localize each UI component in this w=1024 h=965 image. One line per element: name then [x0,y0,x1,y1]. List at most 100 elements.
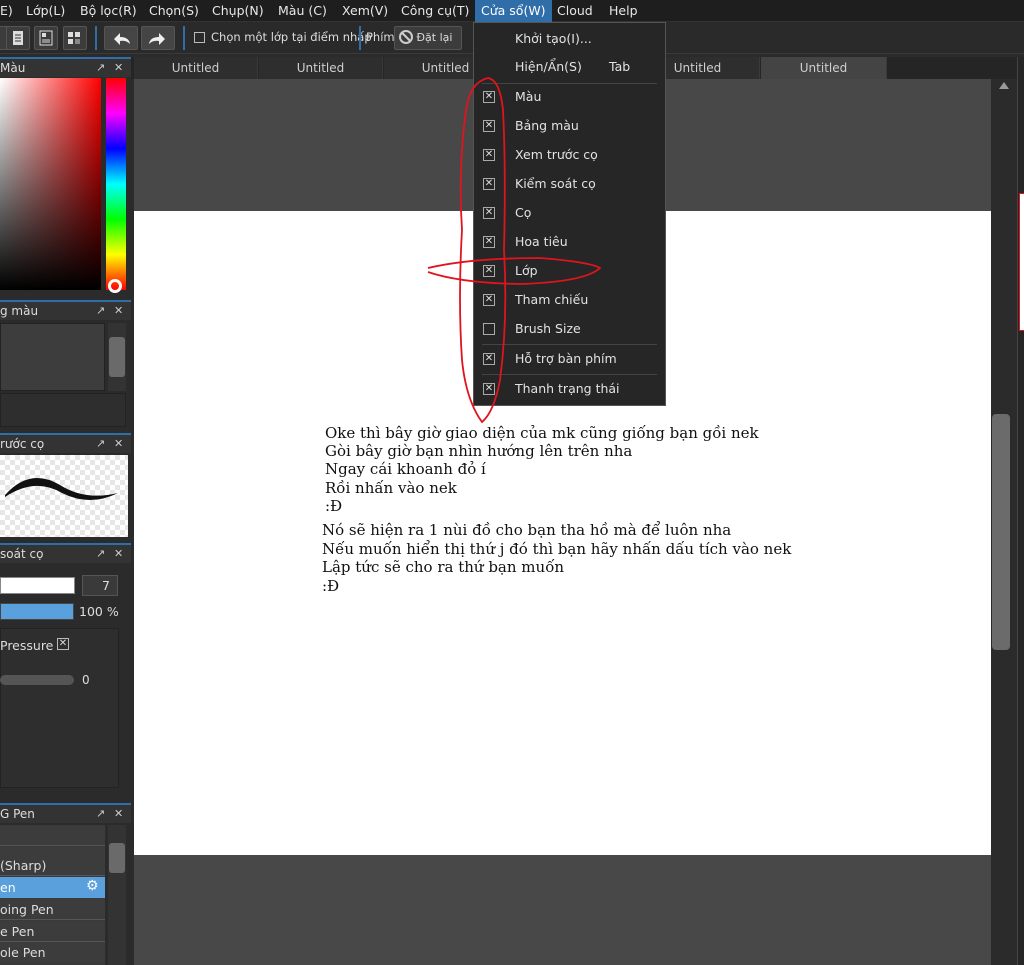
canvas-text-line: Rồi nhấn vào nek [325,479,457,497]
brush-list: (Sharp) en ⚙ oing Pen e Pen ole Pen [0,825,105,965]
popout-icon[interactable]: ↗ [96,805,105,823]
menu-item-label: Bảng màu [515,118,579,133]
tab-untitled[interactable]: Untitled [259,57,383,79]
scroll-thumb[interactable] [109,843,125,873]
checkbox-icon[interactable] [483,323,495,335]
list-item-label: en [0,880,16,895]
shortcut-label: Tab [609,59,631,74]
menu-item-color[interactable]: ✕ Màu [474,83,665,111]
menu-item-brush-size[interactable]: Brush Size [474,315,665,343]
color-field[interactable] [0,78,101,290]
menu-window[interactable]: Cửa sổ(W) [475,0,552,22]
menu-item-reference[interactable]: ✕ Tham chiếu [474,286,665,314]
panel-title-text: Màu [0,61,26,75]
tab-untitled-active[interactable]: Untitled [761,57,887,79]
palette-panel-title: g màu ↗ ✕ [0,300,131,320]
tab-untitled[interactable]: Untitled [134,57,258,79]
menu-item-keyboard-support[interactable]: ✕ Hỗ trợ bàn phím [474,345,665,373]
close-icon[interactable]: ✕ [114,435,123,453]
close-icon[interactable]: ✕ [114,302,123,320]
gear-icon[interactable]: ⚙ [86,878,99,894]
layout-icon[interactable] [34,26,58,50]
list-item[interactable]: (Sharp) [0,855,105,876]
list-item-selected[interactable]: en ⚙ [0,877,105,898]
canvas-scrollbar[interactable] [991,79,1017,965]
list-item[interactable]: ole Pen [0,942,105,963]
checkbox-icon[interactable]: ✕ [483,236,495,248]
palette-swatches[interactable] [0,323,105,391]
menu-layer[interactable]: Lớp(L) [26,0,65,22]
checkbox-icon[interactable]: ✕ [483,294,495,306]
scroll-thumb[interactable] [992,414,1010,650]
hue-handle[interactable] [108,279,122,293]
popout-icon[interactable]: ↗ [96,59,105,77]
list-item[interactable] [0,825,105,846]
checkbox-icon[interactable]: ✕ [483,265,495,277]
checkbox-icon[interactable]: ✕ [483,353,495,365]
popout-icon[interactable]: ↗ [96,435,105,453]
menu-item-new[interactable]: Khởi tạo(I)... [474,25,665,53]
menu-item-label: Kiểm soát cọ [515,176,596,191]
opacity-slider[interactable] [0,603,74,620]
panel-title-text: G Pen [0,807,35,821]
menu-item-layer[interactable]: ✕ Lớp [474,257,665,285]
close-icon[interactable]: ✕ [114,545,123,563]
checkbox-icon[interactable]: ✕ [483,149,495,161]
undo-button[interactable] [104,26,138,50]
select-layer-label: Chọn một lớp tại điểm nhấp [211,30,372,44]
hue-slider[interactable] [106,78,126,290]
scroll-thumb[interactable] [109,337,125,377]
menu-item-navigator[interactable]: ✕ Hoa tiêu [474,228,665,256]
menu-select[interactable]: Chọn(S) [149,0,199,22]
brush-size-slider[interactable] [0,577,75,594]
menu-edit[interactable]: E) [0,0,13,22]
menu-tools[interactable]: Công cụ(T) [401,0,469,22]
menu-item-brush-control[interactable]: ✕ Kiểm soát cọ [474,170,665,198]
list-item[interactable]: oing Pen [0,899,105,920]
brush-list-title: G Pen ↗ ✕ [0,803,131,823]
page-icon[interactable] [6,26,30,50]
pressure-slider[interactable] [0,675,74,685]
menu-item-brush-preview[interactable]: ✕ Xem trước cọ [474,141,665,169]
list-item[interactable]: e Pen [0,921,105,942]
menu-item-label: Hoa tiêu [515,234,568,249]
canvas-text-line: :Đ [325,497,343,515]
menu-capture[interactable]: Chụp(N) [212,0,264,22]
menu-view[interactable]: Xem(V) [342,0,388,22]
menu-filter[interactable]: Bộ lọc(R) [80,0,137,22]
panel-title-text: rước cọ [0,437,45,451]
menu-item-toggle[interactable]: Hiện/Ẩn(S) Tab [474,53,665,81]
popout-icon[interactable]: ↗ [96,545,105,563]
checkbox-icon[interactable]: ✕ [483,91,495,103]
select-layer-checkbox[interactable] [194,32,205,43]
checkbox-icon[interactable]: ✕ [483,178,495,190]
reset-button[interactable]: Đặt lại [394,26,462,50]
brush-size-value[interactable]: 7 [82,575,118,596]
checkbox-icon[interactable]: ✕ [483,383,495,395]
checkbox-icon[interactable]: ✕ [483,207,495,219]
menu-item-label: Màu [515,89,542,104]
redo-button[interactable] [141,26,175,50]
menu-item-label: Cọ [515,205,532,220]
pressure-slider-value: 0 [82,673,90,687]
close-icon[interactable]: ✕ [114,805,123,823]
brush-stroke-preview [0,455,128,537]
pressure-checkbox[interactable]: ✕ [57,638,69,650]
menu-item-palette[interactable]: ✕ Bảng màu [474,112,665,140]
menu-item-label: Thanh trạng thái [515,381,620,396]
close-icon[interactable]: ✕ [114,59,123,77]
checkbox-icon[interactable]: ✕ [483,120,495,132]
toolbar-separator [95,26,97,50]
menu-cloud[interactable]: Cloud [557,0,593,22]
palette-scrollbar[interactable] [108,323,126,391]
menu-item-status-bar[interactable]: ✕ Thanh trạng thái [474,375,665,403]
toolbar-separator [183,26,185,50]
popout-icon[interactable]: ↗ [96,302,105,320]
menu-help[interactable]: Help [609,0,638,22]
scroll-up-icon[interactable] [999,82,1009,89]
menu-item-brush[interactable]: ✕ Cọ [474,199,665,227]
grid-icon[interactable] [63,26,87,50]
brush-list-scrollbar[interactable] [108,825,126,965]
panel-title-text: g màu [0,304,39,318]
menu-color[interactable]: Màu (C) [278,0,327,22]
